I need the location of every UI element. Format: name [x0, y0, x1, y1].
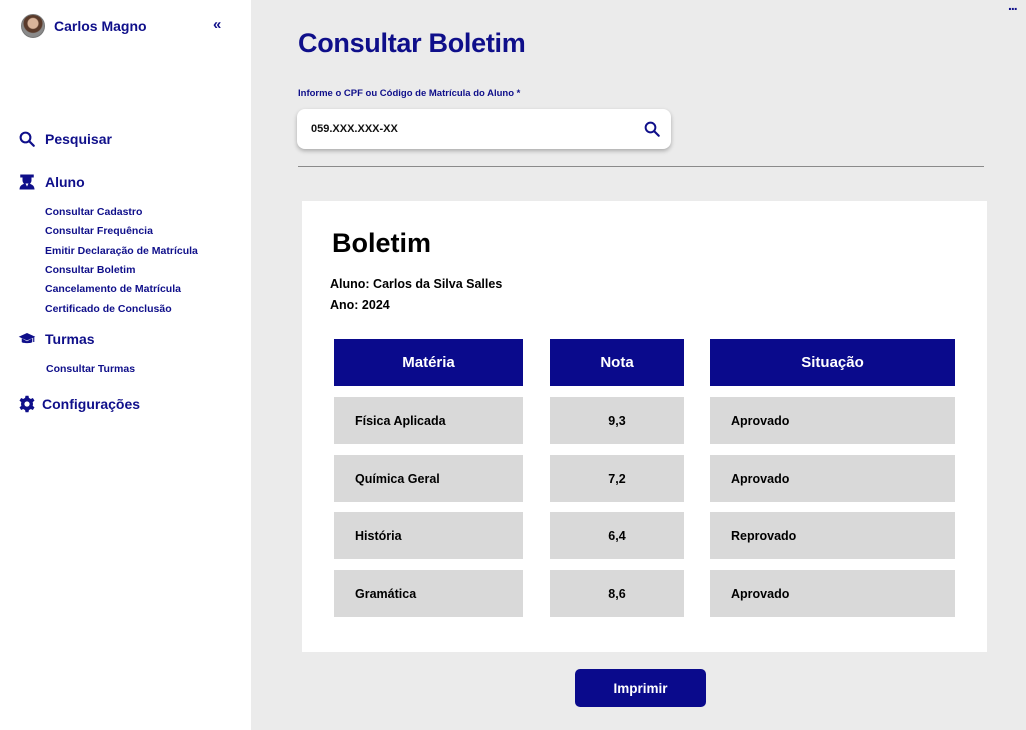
nav-aluno[interactable]: Aluno [18, 173, 85, 191]
nav-turmas[interactable]: Turmas [18, 330, 95, 348]
cell-materia: Química Geral [334, 455, 523, 502]
column-header-materia: Matéria [334, 339, 523, 386]
nav-turmas-label: Turmas [45, 331, 95, 347]
sidebar-item-consultar-cadastro[interactable]: Consultar Cadastro [45, 206, 142, 218]
cell-materia: História [334, 512, 523, 559]
user-profile[interactable]: Carlos Magno [21, 14, 147, 38]
column-header-nota: Nota [550, 339, 684, 386]
gear-icon [19, 395, 35, 413]
sidebar: Carlos Magno « Pesquisar Aluno Consultar… [0, 0, 251, 730]
student-name: Aluno: Carlos da Silva Salles [330, 277, 503, 291]
cell-nota: 8,6 [550, 570, 684, 617]
search-icon[interactable] [643, 120, 661, 138]
divider [298, 166, 984, 167]
search-field-label: Informe o CPF ou Código de Matrícula do … [298, 88, 521, 99]
nav-aluno-label: Aluno [45, 174, 85, 190]
school-year: Ano: 2024 [330, 298, 390, 312]
collapse-sidebar-button[interactable]: « [213, 16, 221, 33]
cell-situacao: Aprovado [710, 570, 955, 617]
search-icon [19, 131, 35, 147]
page-title: Consultar Boletim [298, 28, 526, 58]
nav-pesquisar[interactable]: Pesquisar [18, 130, 112, 148]
sidebar-item-emitir-declaracao[interactable]: Emitir Declaração de Matrícula [45, 245, 198, 257]
cell-nota: 9,3 [550, 397, 684, 444]
cell-nota: 6,4 [550, 512, 684, 559]
student-icon [19, 174, 35, 190]
sidebar-item-certificado-conclusao[interactable]: Certificado de Conclusão [45, 303, 172, 315]
cell-materia: Física Aplicada [334, 397, 523, 444]
column-header-situacao: Situação [710, 339, 955, 386]
sidebar-item-cancelamento-matricula[interactable]: Cancelamento de Matrícula [45, 283, 181, 295]
user-name: Carlos Magno [54, 18, 147, 34]
nav-pesquisar-label: Pesquisar [45, 131, 112, 147]
boletim-card: Boletim Aluno: Carlos da Silva Salles An… [302, 201, 987, 652]
more-options-icon[interactable]: ... [1008, 0, 1018, 13]
cell-situacao: Aprovado [710, 397, 955, 444]
avatar [21, 14, 45, 38]
print-button[interactable]: Imprimir [575, 669, 706, 707]
cell-situacao: Reprovado [710, 512, 955, 559]
search-input[interactable] [311, 123, 611, 135]
boletim-title: Boletim [332, 228, 432, 258]
cell-materia: Gramática [334, 570, 523, 617]
graduation-cap-icon [18, 333, 36, 344]
cell-situacao: Aprovado [710, 455, 955, 502]
nav-configuracoes-label: Configurações [42, 396, 141, 412]
sidebar-item-consultar-turmas[interactable]: Consultar Turmas [46, 363, 135, 375]
sidebar-item-consultar-frequencia[interactable]: Consultar Frequência [45, 225, 153, 237]
cell-nota: 7,2 [550, 455, 684, 502]
sidebar-item-consultar-boletim[interactable]: Consultar Boletim [45, 264, 135, 276]
search-box [297, 109, 671, 149]
nav-configuracoes[interactable]: Configurações [18, 395, 140, 413]
